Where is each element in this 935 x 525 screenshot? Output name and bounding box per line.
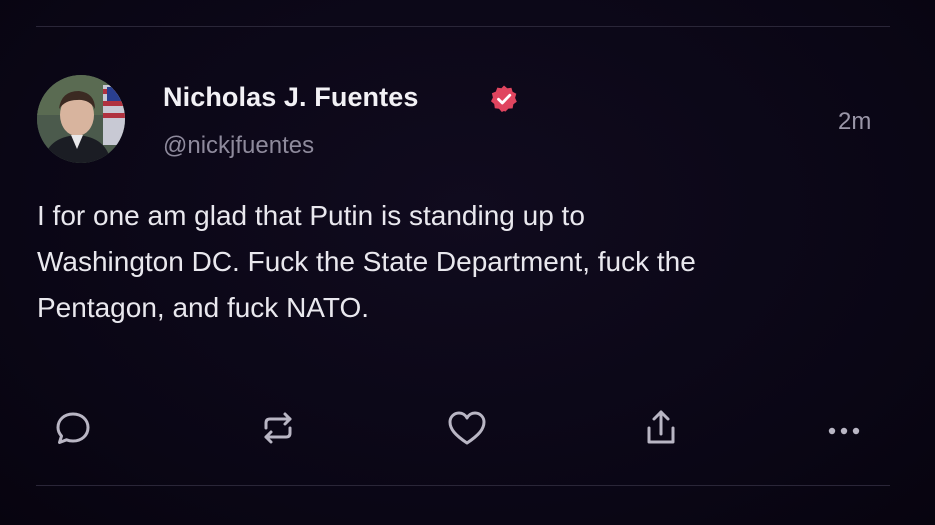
bottom-divider: [36, 485, 890, 486]
repost-icon: [264, 412, 292, 444]
avatar-image: [37, 75, 125, 163]
reply-button[interactable]: [49, 404, 97, 452]
more-button[interactable]: [820, 404, 868, 452]
more-icon: [828, 427, 860, 435]
top-divider: [36, 26, 890, 27]
author-handle[interactable]: @nickjfuentes: [163, 132, 314, 160]
author-avatar[interactable]: [37, 75, 125, 163]
post-screen: Nicholas J. Fuentes @nickjfuentes 2m I f…: [0, 0, 935, 525]
post-timestamp: 2m: [838, 108, 872, 135]
verified-badge-icon: [491, 85, 517, 112]
reply-icon: [56, 412, 90, 444]
share-icon: [647, 410, 675, 444]
post-text: I for one am glad that Putin is standing…: [37, 200, 696, 323]
author-name[interactable]: Nicholas J. Fuentes: [163, 82, 418, 113]
repost-button[interactable]: [254, 404, 302, 452]
like-button[interactable]: [443, 404, 491, 452]
like-icon: [448, 411, 486, 445]
share-button[interactable]: [637, 404, 685, 452]
